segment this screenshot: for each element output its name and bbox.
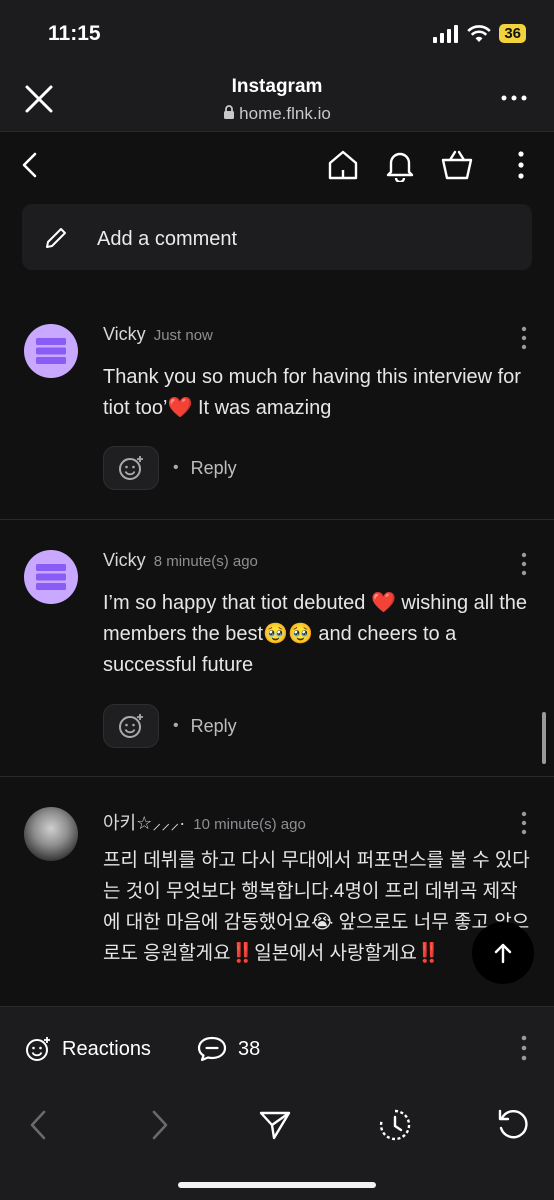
home-icon[interactable] (326, 148, 360, 182)
status-icons: 36 (433, 24, 526, 43)
wifi-icon (467, 24, 492, 42)
app-nav-bar (0, 132, 554, 200)
comments-count-button[interactable]: 38 (196, 1035, 260, 1063)
emoji-add-icon (119, 456, 143, 480)
comments-section: Add a comment Vicky Just now Thank you so… (0, 200, 554, 1006)
author-name: Vicky (103, 324, 146, 344)
comment-text: I’m so happy that tiot debuted ❤️ wishin… (103, 592, 528, 676)
share-send-icon[interactable] (258, 1108, 292, 1142)
emoji-add-icon (26, 1037, 50, 1061)
reload-icon[interactable] (496, 1108, 530, 1142)
comment-item: 아키☆⸝⸝⸝· 10 minute(s) ago 프리 데뷔를 하고 다시 무대에… (0, 777, 554, 1006)
pencil-icon (46, 228, 66, 248)
add-reaction-button[interactable] (103, 704, 159, 748)
separator-dot: • (173, 459, 179, 476)
scrollbar[interactable] (542, 712, 546, 764)
comment-actions: • Reply (103, 446, 237, 490)
comment-bubble-icon (197, 1036, 227, 1062)
comment-author: 아키☆⸝⸝⸝· 10 minute(s) ago (103, 809, 306, 835)
shopping-basket-icon[interactable] (440, 148, 474, 182)
arrow-up-icon (494, 943, 512, 964)
browser-toolbar (0, 1090, 554, 1200)
more-vertical-icon[interactable] (520, 552, 528, 576)
comment-author: Vicky Just now (103, 324, 213, 345)
browser-forward-icon[interactable] (142, 1108, 176, 1142)
author-name: Vicky (103, 550, 146, 570)
comment-text: 프리 데뷔를 하고 다시 무대에서 퍼포먼스를 볼 수 있다는 것이 무엇보다 … (103, 850, 530, 964)
home-indicator (178, 1182, 376, 1188)
reply-button[interactable]: Reply (191, 458, 237, 479)
reactions-label: Reactions (62, 1037, 151, 1060)
add-comment-label: Add a comment (97, 228, 238, 250)
avatar-photo[interactable] (24, 807, 78, 861)
scroll-to-top-button[interactable] (472, 922, 534, 984)
emoji-add-icon (119, 714, 143, 738)
more-vertical-icon[interactable] (520, 811, 528, 835)
comment-text: Thank you so much for having this interv… (103, 366, 521, 419)
list-avatar-icon (36, 338, 66, 364)
comment-author: Vicky 8 minute(s) ago (103, 550, 258, 571)
url-text: home.flnk.io (239, 104, 331, 123)
browser-url: home.flnk.io (0, 104, 554, 124)
browser-title: Instagram (231, 76, 323, 97)
separator-dot: • (173, 717, 179, 734)
more-vertical-icon[interactable] (520, 326, 528, 350)
avatar[interactable] (24, 324, 78, 378)
history-timer-icon[interactable] (378, 1108, 412, 1142)
comment-time: 8 minute(s) ago (153, 553, 258, 570)
status-bar: 11:15 36 (0, 0, 554, 66)
battery-indicator: 36 (499, 24, 526, 43)
more-horizontal-icon[interactable] (500, 88, 528, 108)
back-chevron-icon[interactable] (14, 148, 48, 182)
add-reaction-button[interactable] (103, 446, 159, 490)
browser-back-icon[interactable] (22, 1108, 56, 1142)
lock-icon (224, 105, 235, 119)
browser-header: Instagram home.flnk.io (0, 66, 554, 132)
reactions-button[interactable]: Reactions (24, 1035, 151, 1063)
add-comment-field[interactable]: Add a comment (22, 204, 532, 270)
comment-time: Just now (153, 327, 213, 344)
comment-actions: • Reply (103, 704, 237, 748)
comment-time: 10 minute(s) ago (193, 816, 306, 833)
comment-item: Vicky 8 minute(s) ago I’m so happy that t… (0, 520, 554, 777)
list-avatar-icon (36, 564, 66, 590)
comment-count: 38 (238, 1037, 261, 1060)
status-time: 11:15 (48, 22, 101, 45)
comment-item: Vicky Just now Thank you so much for havi… (0, 294, 554, 520)
reactions-bar: Reactions 38 (0, 1006, 554, 1090)
more-vertical-icon[interactable] (520, 1035, 528, 1061)
reply-button[interactable]: Reply (191, 716, 237, 737)
more-vertical-icon[interactable] (504, 148, 538, 182)
author-name: 아키☆⸝⸝⸝· (103, 813, 186, 833)
signal-icon (433, 24, 459, 43)
avatar[interactable] (24, 550, 78, 604)
bell-icon[interactable] (383, 148, 417, 182)
